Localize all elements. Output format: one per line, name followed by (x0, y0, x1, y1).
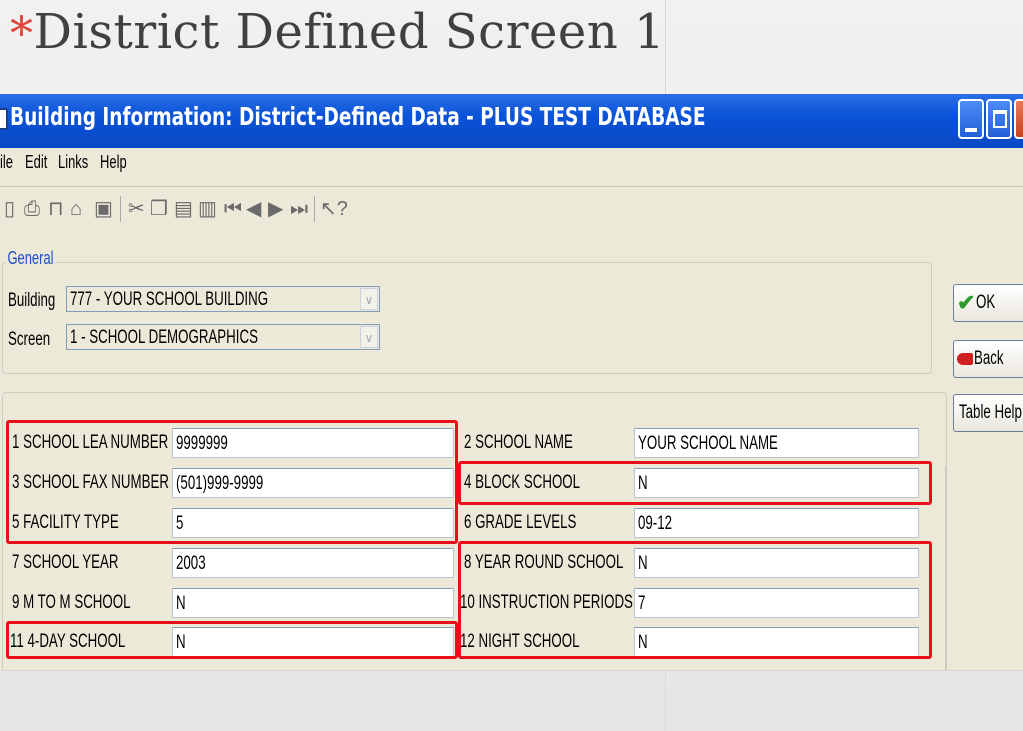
first-record-icon[interactable]: ⏮ (224, 198, 242, 220)
building-select[interactable]: 777 - YOUR SCHOOL BUILDING ∨ (66, 286, 380, 312)
field-label-block-school: 4 BLOCK SCHOOL (464, 472, 581, 493)
check-icon: ✔ (957, 290, 976, 315)
school-lea-number-field[interactable]: 9999999 (172, 428, 454, 458)
field-label-grade-levels: 6 GRADE LEVELS (464, 512, 577, 533)
menu-file[interactable]: ile (0, 152, 13, 173)
back-arrow-icon (957, 353, 973, 365)
field-value: 7 (638, 593, 646, 614)
m-to-m-school-field[interactable]: N (172, 588, 454, 618)
table-help-button[interactable]: Table Help (953, 394, 1023, 432)
block-school-field[interactable]: N (634, 468, 919, 498)
field-value: N (176, 632, 186, 653)
last-record-icon[interactable]: ⏭ (290, 198, 308, 220)
grade-levels-field[interactable]: 09-12 (634, 508, 919, 538)
app-icon (0, 108, 8, 130)
four-day-school-field[interactable]: N (172, 627, 454, 657)
general-group (2, 262, 932, 374)
chevron-down-icon[interactable]: ∨ (360, 326, 378, 348)
copy-icon[interactable]: ❐ (150, 198, 168, 220)
screen-select[interactable]: 1 - SCHOOL DEMOGRAPHICS ∨ (66, 324, 380, 350)
screen-select-value: 1 - SCHOOL DEMOGRAPHICS (70, 327, 258, 348)
ok-button-label: OK (976, 292, 996, 313)
print-icon[interactable]: ⎙ (24, 198, 40, 220)
toolbar: ▯ ⎙ ⊓ ⌂ ▣ ✂ ❐ ▤ ▥ ⏮ ◀ ▶ ⏭ ↖? (0, 194, 400, 224)
field-value: N (176, 593, 186, 614)
field-value: 09-12 (638, 513, 673, 534)
field-label-year-round-school: 8 YEAR ROUND SCHOOL (464, 552, 624, 573)
table-help-button-label: Table Help (959, 402, 1022, 423)
facility-type-field[interactable]: 5 (172, 508, 454, 538)
building-select-value: 777 - YOUR SCHOOL BUILDING (70, 289, 269, 310)
field-value: 9999999 (176, 433, 228, 454)
delete-icon[interactable]: ⊓ (48, 198, 64, 220)
slide-title: *District Defined Screen 1 (10, 4, 665, 60)
field-value: N (638, 632, 648, 653)
close-button[interactable] (1014, 99, 1023, 139)
open-icon[interactable]: ⌂ (70, 198, 82, 220)
year-round-school-field[interactable]: N (634, 548, 919, 578)
night-school-field[interactable]: N (634, 627, 919, 657)
window-title: Building Information: District-Defined D… (10, 102, 706, 131)
field-label-instruction-periods: 10 INSTRUCTION PERIODS (460, 592, 633, 613)
field-label-4-day-school: 11 4-DAY SCHOOL (10, 631, 126, 652)
save-icon[interactable]: ▣ (94, 198, 113, 220)
field-value: N (638, 473, 648, 494)
maximize-button[interactable] (986, 99, 1012, 139)
field-value: 5 (176, 513, 184, 534)
instruction-periods-field[interactable]: 7 (634, 588, 919, 618)
menu-edit[interactable]: Edit (25, 152, 47, 173)
right-pane-divider (945, 466, 1023, 670)
general-group-label: General (6, 248, 55, 269)
menu-links[interactable]: Links (58, 152, 88, 173)
field-value: YOUR SCHOOL NAME (638, 433, 778, 454)
window-titlebar[interactable]: Building Information: District-Defined D… (0, 94, 1023, 148)
prev-record-icon[interactable]: ◀ (246, 198, 261, 220)
toolbar-separator (314, 196, 315, 222)
school-name-field[interactable]: YOUR SCHOOL NAME (634, 428, 919, 458)
slide-title-text: District Defined Screen 1 (33, 4, 666, 60)
menu-separator (0, 186, 1023, 187)
field-value: N (638, 553, 648, 574)
back-button-label: Back (974, 348, 1004, 369)
school-year-field[interactable]: 2003 (172, 548, 454, 578)
field-label-school-name: 2 SCHOOL NAME (464, 432, 573, 453)
field-label-school-lea-number: 1 SCHOOL LEA NUMBER (12, 432, 169, 453)
building-label: Building (8, 290, 56, 311)
slide-divider (0, 670, 1023, 671)
ok-button[interactable]: ✔ OK (953, 284, 1023, 322)
application-window: Building Information: District-Defined D… (0, 94, 1023, 670)
field-label-facility-type: 5 FACILITY TYPE (12, 512, 119, 533)
field-label-school-year: 7 SCHOOL YEAR (12, 552, 119, 573)
menu-bar: ile Edit Links Help (0, 152, 1023, 178)
back-button[interactable]: Back (953, 340, 1023, 378)
field-label-m-to-m-school: 9 M TO M SCHOOL (12, 592, 131, 613)
menu-help[interactable]: Help (100, 152, 127, 173)
minimize-button[interactable] (958, 99, 984, 139)
screen-label: Screen (8, 329, 51, 350)
help-pointer-icon[interactable]: ↖? (320, 198, 348, 220)
field-value: (501)999-9999 (176, 473, 264, 494)
new-icon[interactable]: ▯ (4, 198, 15, 220)
school-fax-number-field[interactable]: (501)999-9999 (172, 468, 454, 498)
paste-icon[interactable]: ▤ (174, 198, 193, 220)
next-record-icon[interactable]: ▶ (268, 198, 283, 220)
maximize-icon (993, 110, 1007, 128)
minimize-icon (965, 128, 977, 132)
clipboard-icon[interactable]: ▥ (198, 198, 217, 220)
chevron-down-icon[interactable]: ∨ (360, 288, 378, 310)
field-value: 2003 (176, 553, 206, 574)
slide-bullet: * (10, 6, 34, 60)
cut-icon[interactable]: ✂ (128, 198, 145, 220)
toolbar-separator (120, 196, 121, 222)
field-label-night-school: 12 NIGHT SCHOOL (460, 631, 580, 652)
field-label-school-fax-number: 3 SCHOOL FAX NUMBER (12, 472, 169, 493)
